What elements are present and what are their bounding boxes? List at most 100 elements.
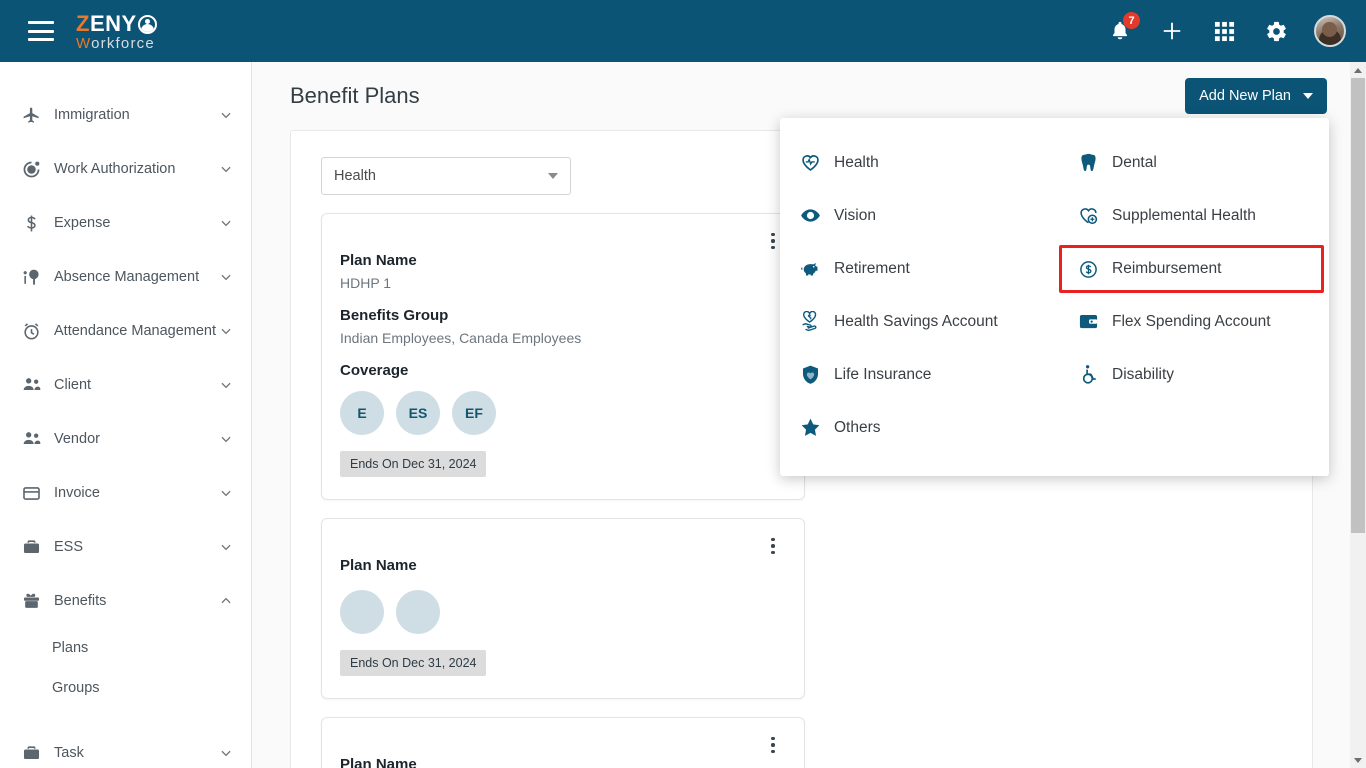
sidebar-item-task[interactable]: Task [0, 726, 251, 768]
sidebar-subitem-plans[interactable]: Plans [0, 628, 251, 668]
user-avatar[interactable] [1314, 15, 1346, 47]
top-bar: Z ENY Workforce 7 [0, 0, 1366, 62]
menu-item-supplemental-health[interactable]: Supplemental Health [1058, 189, 1329, 242]
logo-letters-eny: ENY [89, 11, 137, 36]
sidebar-item-label: Immigration [54, 107, 130, 123]
menu-item-label: Vision [834, 206, 876, 224]
sidebar-item-work-authorization[interactable]: Work Authorization [0, 142, 251, 196]
logo-person-circle-icon [137, 14, 157, 34]
logo-workforce: Workforce [76, 36, 157, 51]
benefits-group-label: Benefits Group [340, 307, 449, 324]
sidebar-item-benefits[interactable]: Benefits [0, 574, 251, 628]
sidebar-item-invoice[interactable]: Invoice [0, 466, 251, 520]
plus-icon [1163, 22, 1181, 40]
sidebar-subitem-label: Groups [52, 680, 100, 696]
page-scrollbar[interactable] [1350, 62, 1366, 768]
sidebar-item-ess[interactable]: ESS [0, 520, 251, 574]
sidebar-item-label: Expense [54, 215, 111, 231]
chevron-down-icon [221, 112, 231, 119]
chevron-down-icon [221, 382, 231, 389]
wheelchair-icon [1078, 364, 1099, 385]
page-scroll-up-button[interactable] [1350, 62, 1366, 78]
menu-item-others[interactable]: Others [780, 401, 1058, 454]
logo-letter-z: Z [76, 11, 90, 36]
apps-grid-icon [1214, 21, 1234, 41]
menu-item-health[interactable]: Health [780, 136, 1058, 189]
people-icon [22, 429, 48, 449]
menu-item-label: Reimbursement [1112, 260, 1222, 277]
person-tree-icon [22, 268, 48, 287]
menu-item-label: Health [834, 153, 879, 171]
menu-item-dental[interactable]: Dental [1058, 136, 1329, 189]
app-logo[interactable]: Z ENY Workforce [76, 13, 157, 51]
sidebar-item-expense[interactable]: Expense [0, 196, 251, 250]
sidebar-item-label: ESS [54, 539, 84, 555]
menu-item-label: Disability [1112, 365, 1175, 383]
page-scroll-down-button[interactable] [1350, 752, 1366, 768]
notifications-button[interactable]: 7 [1106, 12, 1140, 45]
chevron-down-icon [221, 750, 231, 757]
settings-button[interactable] [1262, 17, 1290, 45]
people-icon [22, 375, 48, 395]
notification-badge-count: 7 [1123, 12, 1140, 29]
plan-card-menu-icon[interactable] [764, 734, 782, 756]
menu-item-reimbursement[interactable]: Reimbursement [1059, 245, 1324, 293]
sidebar-subitem-groups[interactable]: Groups [0, 668, 251, 708]
menu-item-flex-spending-account[interactable]: Flex Spending Account [1058, 295, 1329, 348]
sidebar-items: Immigration Work Authorization Expense A… [0, 62, 251, 768]
chevron-down-icon [221, 490, 231, 497]
heart-pulse-icon [800, 152, 821, 173]
coverage-badges: E ES EF [340, 391, 780, 435]
plan-name-label: Plan Name [340, 252, 417, 269]
alarm-clock-icon [22, 322, 48, 341]
sidebar-item-immigration[interactable]: Immigration [0, 88, 251, 142]
plan-card[interactable]: Plan Name Ends On Dec 31, 2024 [321, 518, 805, 699]
chevron-up-icon [221, 597, 231, 604]
briefcase-icon [22, 538, 48, 557]
menu-item-vision[interactable]: Vision [780, 189, 1058, 242]
sidebar-item-absence-management[interactable]: Absence Management [0, 250, 251, 304]
menu-item-life-insurance[interactable]: Life Insurance [780, 348, 1058, 401]
menu-item-health-savings-account[interactable]: Health Savings Account [780, 295, 1058, 348]
coverage-badge [396, 590, 440, 634]
globe-badge-icon [22, 160, 48, 179]
coverage-badge: ES [396, 391, 440, 435]
menu-item-retirement[interactable]: Retirement [780, 242, 1058, 295]
coverage-badges [340, 590, 780, 634]
tooth-icon [1078, 152, 1099, 173]
dollar-circle-icon [1078, 259, 1099, 280]
hamburger-menu-icon[interactable] [28, 21, 54, 41]
menu-item-label: Life Insurance [834, 365, 932, 383]
menu-item-label: Retirement [834, 259, 910, 277]
sidebar-item-label: Work Authorization [54, 161, 176, 177]
chevron-down-icon [221, 544, 231, 551]
sidebar-item-client[interactable]: Client [0, 358, 251, 412]
sidebar-item-vendor[interactable]: Vendor [0, 412, 251, 466]
add-new-plan-label: Add New Plan [1199, 88, 1291, 104]
plan-type-filter-select[interactable]: Health [321, 157, 571, 195]
dollar-icon [22, 214, 48, 233]
sidebar-item-label: Benefits [54, 593, 107, 609]
sidebar: Immigration Work Authorization Expense A… [0, 62, 252, 768]
menu-item-label: Flex Spending Account [1112, 312, 1271, 330]
plan-card[interactable]: Plan Name HDHP 1 Benefits Group Indian E… [321, 213, 805, 500]
logo-zeny: Z ENY [76, 13, 157, 35]
top-bar-actions: 7 [1106, 12, 1346, 47]
sidebar-item-label: Client [54, 377, 92, 393]
page-scroll-thumb[interactable] [1351, 78, 1365, 533]
chevron-down-icon [221, 274, 231, 281]
add-new-plan-dropdown-menu: Health Dental Vision Supplemental Health… [780, 118, 1329, 476]
add-button[interactable] [1158, 17, 1186, 45]
plan-card-menu-icon[interactable] [764, 535, 782, 557]
apps-button[interactable] [1210, 17, 1238, 45]
menu-item-disability[interactable]: Disability [1058, 348, 1329, 401]
heart-plus-icon [1078, 205, 1099, 226]
hand-heart-dollar-icon [800, 311, 821, 332]
add-new-plan-button[interactable]: Add New Plan [1185, 78, 1327, 114]
sidebar-item-attendance-management[interactable]: Attendance Management [0, 304, 251, 358]
airplane-icon [22, 106, 48, 125]
benefits-group-value: Indian Employees, Canada Employees [340, 330, 582, 346]
sidebar-item-label: Vendor [54, 431, 100, 447]
sidebar-item-label: Invoice [54, 485, 100, 501]
plan-card[interactable]: Plan Name FSA Eligible HMO Benefits Grou… [321, 717, 805, 768]
